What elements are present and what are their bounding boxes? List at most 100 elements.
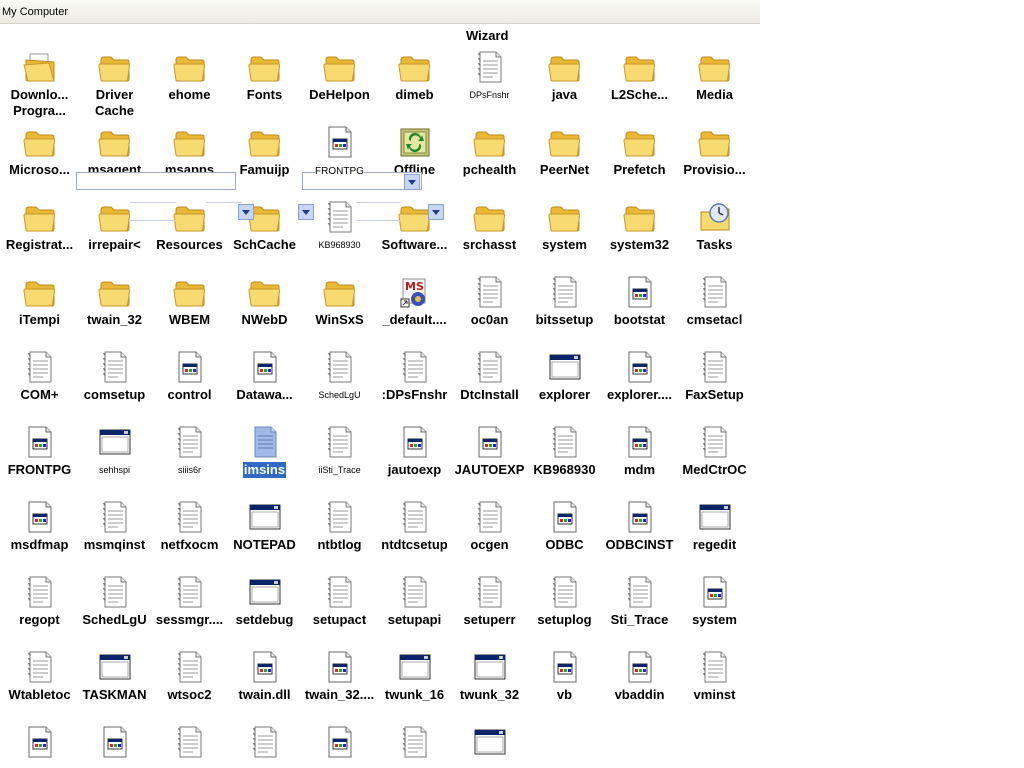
desktop-item[interactable]: setuperr [452,575,527,632]
desktop-item[interactable]: twain.dll [227,650,302,707]
desktop-item[interactable]: comsetup [77,350,152,407]
desktop-item-label: bootstat [613,312,666,327]
desktop-item[interactable]: Provisio... [677,125,752,182]
desktop-item[interactable]: DPsFnshr [452,50,527,107]
desktop-item[interactable]: siiis6r [152,425,227,482]
desktop-item[interactable]: ODBC [527,500,602,557]
desktop-item[interactable]: twain_32 [77,275,152,332]
ghost-dropdown-button-frontpg[interactable] [404,174,420,190]
desktop-item[interactable]: PeerNet [527,125,602,182]
desktop-item[interactable]: FRONTPG [2,425,77,482]
desktop-item[interactable]: KB968930 [527,425,602,482]
desktop-item[interactable]: imsins [227,425,302,482]
desktop-item[interactable]: Downlo... Progra... [2,50,77,123]
desktop-item[interactable]: MedCtrOC [677,425,752,482]
desktop-item[interactable]: iiSti_Trace [302,425,377,482]
desktop-item[interactable]: Microso... [2,125,77,182]
ghost-dropdown-button-3[interactable] [428,204,444,220]
desktop-item[interactable]: ntbtlog [302,500,377,557]
desktop-item[interactable]: ocgen [452,500,527,557]
desktop-item[interactable]: twunk_32 [452,650,527,707]
desktop-item[interactable] [227,725,302,759]
desktop-item[interactable] [152,725,227,759]
desktop-item[interactable]: irrepair< [77,200,152,257]
desktop-item[interactable]: netfxocm [152,500,227,557]
desktop-item[interactable] [77,725,152,759]
desktop-item[interactable]: SchedLgU [77,575,152,632]
desktop-item[interactable]: NWebD [227,275,302,332]
desktop-item-label: setuplog [537,612,592,627]
desktop-item[interactable]: FaxSetup [677,350,752,407]
desktop-item[interactable]: oc0an [452,275,527,332]
desktop-item[interactable]: _default.... [377,275,452,332]
desktop-item[interactable]: ntdtcsetup [377,500,452,557]
desktop-item[interactable]: system [677,575,752,632]
desktop-item[interactable]: L2Sche... [602,50,677,107]
desktop-item[interactable]: srchasst [452,200,527,257]
desktop-item[interactable]: Media [677,50,752,107]
desktop-item[interactable]: regedit [677,500,752,557]
desktop-item[interactable]: wtsoc2 [152,650,227,707]
desktop-item[interactable]: system32 [602,200,677,257]
desktop-item[interactable]: explorer.... [602,350,677,407]
desktop-item[interactable]: vbaddin [602,650,677,707]
desktop-item[interactable]: ODBCINST [602,500,677,557]
desktop-item[interactable] [377,725,452,759]
ghost-dropdown-button-1[interactable] [238,204,254,220]
desktop-item[interactable]: sehhspi [77,425,152,482]
desktop-item[interactable]: ehome [152,50,227,107]
desktop-item[interactable]: Sti_Trace [602,575,677,632]
desktop-item[interactable]: Famuijp [227,125,302,182]
desktop-item[interactable]: sessmgr.... [152,575,227,632]
desktop-item[interactable]: cmsetacl [677,275,752,332]
desktop-item-label[interactable]: Wizard [465,28,510,44]
desktop-item[interactable]: Registrat... [2,200,77,257]
desktop-item[interactable] [2,725,77,759]
desktop-item[interactable]: Tasks [677,200,752,257]
desktop-item[interactable]: bootstat [602,275,677,332]
desktop-item[interactable]: Driver Cache [77,50,152,123]
desktop-item[interactable] [452,725,527,759]
desktop-item[interactable]: bitssetup [527,275,602,332]
desktop-item[interactable]: JAUTOEXP [452,425,527,482]
desktop-item[interactable]: msdfmap [2,500,77,557]
desktop-item[interactable]: DeHelpon [302,50,377,107]
desktop-item[interactable]: mdm [602,425,677,482]
desktop-item[interactable]: NOTEPAD [227,500,302,557]
desktop-item[interactable]: vminst [677,650,752,707]
desktop-item[interactable]: setupapi [377,575,452,632]
desktop-item[interactable]: java [527,50,602,107]
desktop-item[interactable] [302,725,377,759]
desktop-item[interactable]: Wtabletoc [2,650,77,707]
desktop-item[interactable]: regopt [2,575,77,632]
desktop-item[interactable]: TASKMAN [77,650,152,707]
desktop-item[interactable]: system [527,200,602,257]
desktop-item[interactable]: COM+ [2,350,77,407]
desktop-item[interactable]: jautoexp [377,425,452,482]
desktop-item[interactable]: WBEM [152,275,227,332]
icon-grid[interactable]: Wizard Downlo... Progra... Driver Cache eho… [0,0,760,768]
desktop-item[interactable]: DtcInstall [452,350,527,407]
desktop-item[interactable]: setdebug [227,575,302,632]
desktop-item[interactable]: setuplog [527,575,602,632]
desktop-item[interactable]: control [152,350,227,407]
desktop-item[interactable]: Resources [152,200,227,257]
desktop-item[interactable]: :DPsFnshr [377,350,452,407]
desktop-item[interactable]: Datawa... [227,350,302,407]
desktop-item[interactable]: pchealth [452,125,527,182]
desktop-item[interactable]: msmqinst [77,500,152,557]
desktop-item[interactable]: twain_32.... [302,650,377,707]
desktop-item[interactable]: Prefetch [602,125,677,182]
ghost-dropdown-button-2[interactable] [298,204,314,220]
desktop-item[interactable]: WinSxS [302,275,377,332]
desktop-item[interactable]: SchedLgU [302,350,377,407]
desktop-item[interactable]: setupact [302,575,377,632]
ghost-text-field-left[interactable] [76,172,236,190]
desktop-item[interactable]: vb [527,650,602,707]
desktop-item[interactable]: dimeb [377,50,452,107]
desktop-item[interactable]: twunk_16 [377,650,452,707]
desktop-item[interactable]: Fonts [227,50,302,107]
desktop-item[interactable]: explorer [527,350,602,407]
text-file-icon [402,501,426,533]
desktop-item[interactable]: iTempi [2,275,77,332]
